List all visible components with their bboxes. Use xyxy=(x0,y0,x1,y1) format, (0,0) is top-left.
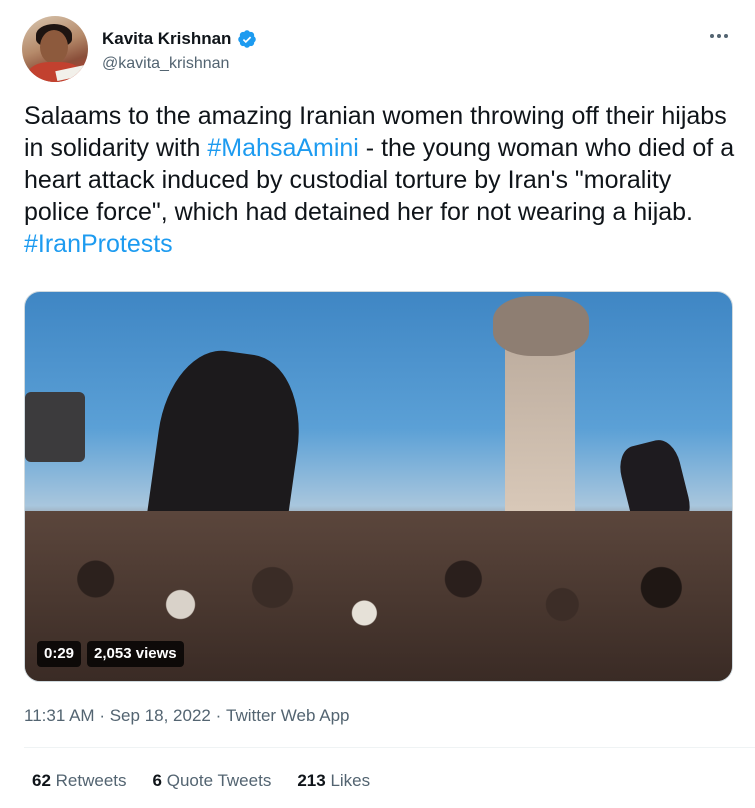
author-names: Kavita Krishnan @kavita_krishnan xyxy=(102,28,257,73)
avatar-face xyxy=(40,30,68,64)
video-scene-fist xyxy=(493,296,589,356)
tweet-card: Kavita Krishnan @kavita_krishnan Salaams… xyxy=(0,0,755,808)
verified-badge-icon xyxy=(237,29,257,49)
hashtag-mahsaamini[interactable]: #MahsaAmini xyxy=(207,134,358,162)
quote-tweets-stat[interactable]: 6 Quote Tweets xyxy=(153,771,272,791)
video-scene-camera xyxy=(25,392,85,462)
tweet-date[interactable]: Sep 18, 2022 xyxy=(110,706,211,726)
tweet-header: Kavita Krishnan @kavita_krishnan xyxy=(22,14,735,84)
retweets-label: Retweets xyxy=(55,771,127,790)
hashtag-iranprotests[interactable]: #IranProtests xyxy=(24,230,173,258)
tweet-source[interactable]: Twitter Web App xyxy=(226,706,349,726)
more-options-icon[interactable] xyxy=(707,26,731,46)
divider xyxy=(24,747,755,748)
display-name-row: Kavita Krishnan xyxy=(102,28,257,50)
video-badges: 0:29 2,053 views xyxy=(37,641,184,667)
meta-separator-2: · xyxy=(215,706,222,725)
tweet-text: Salaams to the amazing Iranian women thr… xyxy=(24,100,740,260)
likes-count: 213 xyxy=(297,771,326,790)
handle[interactable]: @kavita_krishnan xyxy=(102,55,257,73)
quote-tweets-label: Quote Tweets xyxy=(166,771,272,790)
likes-stat[interactable]: 213 Likes xyxy=(297,771,370,791)
retweets-count: 62 xyxy=(32,771,51,790)
display-name[interactable]: Kavita Krishnan xyxy=(102,29,231,49)
video-player[interactable]: 0:29 2,053 views xyxy=(24,291,733,682)
video-views-badge: 2,053 views xyxy=(87,641,184,667)
tweet-stats: 62 Retweets 6 Quote Tweets 213 Likes xyxy=(32,771,370,791)
likes-label: Likes xyxy=(330,771,371,790)
tweet-time[interactable]: 11:31 AM xyxy=(24,706,95,726)
meta-separator-1: · xyxy=(99,706,105,725)
avatar[interactable] xyxy=(22,16,88,82)
tweet-meta: 11:31 AM · Sep 18, 2022 · Twitter Web Ap… xyxy=(24,706,349,726)
quote-tweets-count: 6 xyxy=(152,771,162,790)
video-duration-badge: 0:29 xyxy=(37,641,82,667)
retweets-stat[interactable]: 62 Retweets xyxy=(32,771,127,791)
